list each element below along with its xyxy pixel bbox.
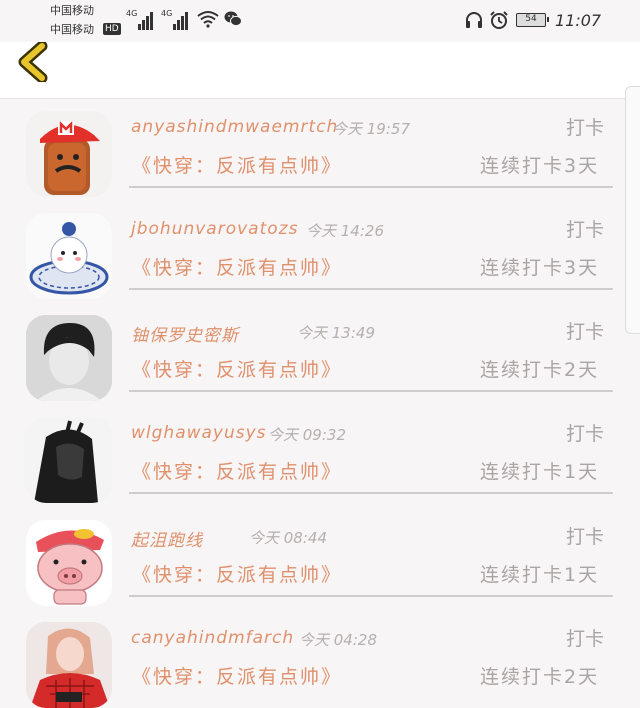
timestamp: 今天 19:57: [332, 120, 410, 138]
checkin-label: 打卡: [566, 219, 605, 241]
status-bar: 中国移动 中国移动 HD 4G 4G 54 11:07: [0, 0, 640, 42]
porcelain-figure-avatar[interactable]: [26, 213, 112, 299]
chevron-left-icon[interactable]: [14, 42, 54, 82]
timestamp: 今天 04:28: [299, 631, 377, 649]
wechat-icon: [224, 11, 242, 27]
streak-count: 连续打卡3天: [480, 257, 600, 279]
divider: [129, 492, 613, 494]
timestamp: 今天 09:32: [268, 426, 346, 444]
book-title[interactable]: 《快穿：反派有点帅》: [132, 662, 342, 689]
user-name[interactable]: jbohunvarovatozs: [131, 219, 298, 239]
list-item[interactable]: anyashindmwaemrtch 今天 19:57 打卡 《快穿：反派有点帅…: [0, 97, 625, 200]
signal-icon: 4G: [126, 9, 156, 30]
streak-count: 连续打卡1天: [480, 564, 600, 586]
user-name[interactable]: 铀保罗史密斯: [131, 321, 239, 346]
streak-count: 连续打卡2天: [480, 666, 600, 688]
user-name[interactable]: 起沮跑线: [131, 526, 203, 551]
checkin-label: 打卡: [566, 628, 605, 650]
mustache-cap-avatar[interactable]: [26, 111, 112, 197]
checkin-label: 打卡: [566, 423, 605, 445]
clock: 11:07: [555, 11, 602, 30]
headset-icon: [466, 12, 482, 28]
list-item[interactable]: wlghawayusys 今天 09:32 打卡 《快穿：反派有点帅》 连续打卡…: [0, 403, 625, 506]
wifi-icon: [197, 11, 219, 28]
list-item[interactable]: 起沮跑线 今天 08:44 打卡 《快穿：反派有点帅》 连续打卡1天: [0, 506, 625, 609]
list-item[interactable]: 铀保罗史密斯 今天 13:49 打卡 《快穿：反派有点帅》 连续打卡2天: [0, 301, 625, 404]
timestamp: 今天 08:44: [249, 529, 327, 547]
signal-icon: 4G: [161, 9, 191, 30]
checkin-label: 打卡: [566, 321, 605, 343]
checkin-label: 打卡: [566, 526, 605, 548]
hd-badge: HD: [103, 23, 121, 35]
list-item[interactable]: jbohunvarovatozs 今天 14:26 打卡 《快穿：反派有点帅》 …: [0, 199, 625, 302]
user-name[interactable]: canyahindmfarch: [131, 628, 294, 648]
timestamp: 今天 14:26: [306, 222, 384, 240]
book-title[interactable]: 《快穿：反派有点帅》: [132, 560, 342, 587]
red-shirt-girl-avatar[interactable]: [26, 622, 112, 708]
user-name[interactable]: anyashindmwaemrtch: [131, 117, 338, 137]
alarm-icon: [490, 11, 508, 29]
header-bar: [0, 42, 640, 99]
book-title[interactable]: 《快穿：反派有点帅》: [132, 151, 342, 178]
bw-hair-avatar[interactable]: [26, 417, 112, 503]
book-title[interactable]: 《快穿：反派有点帅》: [132, 355, 342, 382]
cartoon-pig-avatar[interactable]: [26, 520, 112, 606]
battery-icon: 54: [516, 13, 549, 27]
book-title[interactable]: 《快穿：反派有点帅》: [132, 457, 342, 484]
book-title[interactable]: 《快穿：反派有点帅》: [132, 253, 342, 280]
user-name[interactable]: wlghawayusys: [131, 423, 267, 443]
streak-count: 连续打卡3天: [480, 155, 600, 177]
divider: [129, 390, 613, 392]
streak-count: 连续打卡2天: [480, 359, 600, 381]
scrollbar[interactable]: [625, 86, 640, 334]
checkin-label: 打卡: [566, 117, 605, 139]
timestamp: 今天 13:49: [297, 324, 375, 342]
divider: [129, 595, 613, 597]
carrier-label-1: 中国移动: [50, 4, 94, 17]
carrier-label-2: 中国移动: [50, 23, 94, 36]
streak-count: 连续打卡1天: [480, 461, 600, 483]
divider: [129, 288, 613, 290]
bw-portrait-avatar[interactable]: [26, 315, 112, 401]
list-item[interactable]: canyahindmfarch 今天 04:28 打卡 《快穿：反派有点帅》 连…: [0, 608, 625, 708]
divider: [129, 186, 613, 188]
